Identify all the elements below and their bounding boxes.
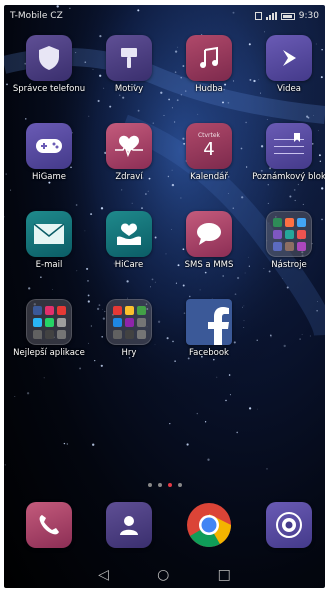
app-higame[interactable]: HiGame — [9, 123, 89, 182]
dock-contacts[interactable] — [89, 502, 169, 548]
app-label: Hry — [121, 348, 137, 358]
app-motivy[interactable]: Motivy — [89, 35, 169, 94]
shield-icon — [26, 35, 72, 81]
app-email[interactable]: E-mail — [9, 211, 89, 270]
app-label: Hudba — [195, 84, 223, 94]
page-dot[interactable] — [147, 483, 152, 487]
chrome-icon — [186, 502, 232, 548]
calendar-icon: Čtvrtek 4 — [186, 123, 232, 169]
folder-nejlepsi-aplikace[interactable]: Nejlepší aplikace — [9, 299, 89, 358]
folder-icon — [266, 211, 312, 257]
app-spravce-telefonu[interactable]: Správce telefonu — [9, 35, 89, 94]
navigation-bar: ◁ ○ □ — [4, 561, 325, 588]
status-icons: 9:30 — [254, 11, 319, 21]
signal-icon — [265, 12, 277, 20]
app-label: Kalendář — [190, 172, 228, 182]
clock: 9:30 — [298, 11, 319, 21]
status-bar: T-Mobile CZ 9:30 — [4, 5, 325, 27]
app-label: HiCare — [114, 260, 144, 270]
app-label: Motivy — [114, 84, 144, 94]
page-dot[interactable] — [177, 483, 182, 487]
app-poznamkovy-blok[interactable]: Poznámkový blok — [249, 123, 325, 182]
folder-hry[interactable]: Hry — [89, 299, 169, 358]
sim-icon — [254, 12, 262, 20]
home-button[interactable]: ○ — [157, 567, 169, 583]
dock-chrome[interactable] — [169, 502, 249, 548]
app-label: HiGame — [31, 172, 67, 182]
app-label: Nástroje — [271, 260, 307, 270]
contacts-icon — [106, 502, 152, 548]
gamepad-icon — [26, 123, 72, 169]
app-hicare[interactable]: HiCare — [89, 211, 169, 270]
heart-pulse-icon — [106, 123, 152, 169]
calendar-day-number: 4 — [203, 139, 215, 160]
paintbrush-icon — [106, 35, 152, 81]
camera-icon — [266, 502, 312, 548]
page-dot[interactable] — [157, 483, 162, 487]
app-label: Poznámkový blok — [252, 172, 325, 182]
notepad-icon — [266, 123, 312, 169]
app-label: Nejlepší aplikace — [13, 348, 85, 358]
app-zdravi[interactable]: Zdraví — [89, 123, 169, 182]
folder-icon — [106, 299, 152, 345]
app-label: Správce telefonu — [12, 84, 86, 94]
app-label: Facebook — [189, 348, 229, 358]
recents-button[interactable]: □ — [218, 567, 231, 583]
play-icon — [266, 35, 312, 81]
dock-camera[interactable] — [249, 502, 325, 548]
app-videa[interactable]: Videa — [249, 35, 325, 94]
app-label: E-mail — [35, 260, 63, 270]
app-hudba[interactable]: Hudba — [169, 35, 249, 94]
calendar-day-name: Čtvrtek — [197, 132, 221, 139]
page-dot-active[interactable] — [167, 483, 172, 487]
envelope-icon — [26, 211, 72, 257]
music-note-icon — [186, 35, 232, 81]
app-label: Videa — [277, 84, 301, 94]
app-kalendar[interactable]: Čtvrtek 4 Kalendář — [169, 123, 249, 182]
hand-heart-icon — [106, 211, 152, 257]
app-label: SMS a MMS — [184, 260, 234, 270]
folder-icon — [26, 299, 72, 345]
chat-bubble-icon — [186, 211, 232, 257]
phone-icon — [26, 502, 72, 548]
dock — [4, 502, 325, 552]
battery-icon — [280, 12, 295, 20]
app-sms-a-mms[interactable]: SMS a MMS — [169, 211, 249, 270]
folder-nastroje[interactable]: Nástroje — [249, 211, 325, 270]
home-screen: T-Mobile CZ 9:30 Správce telefonu Motivy — [4, 5, 325, 588]
back-button[interactable]: ◁ — [98, 567, 109, 583]
carrier-name: T-Mobile CZ — [10, 11, 63, 21]
dock-phone[interactable] — [9, 502, 89, 548]
app-label: Zdraví — [115, 172, 143, 182]
page-indicator — [4, 483, 325, 487]
facebook-icon — [186, 299, 232, 345]
app-facebook[interactable]: Facebook — [169, 299, 249, 358]
